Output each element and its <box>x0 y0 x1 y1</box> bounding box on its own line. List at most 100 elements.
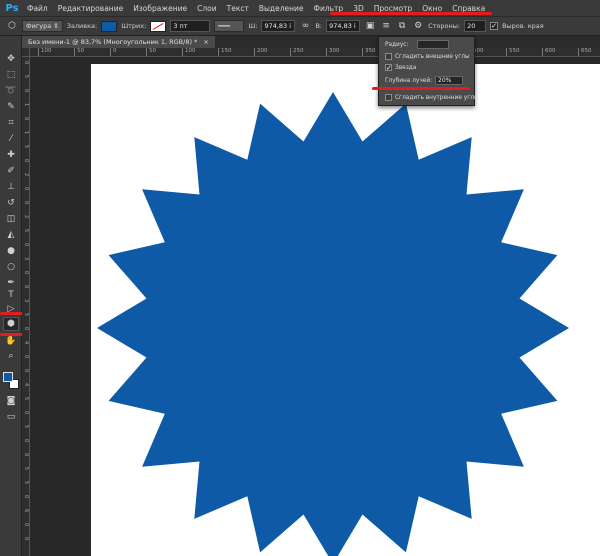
foreground-color-swatch[interactable] <box>3 372 13 382</box>
dodge-tool-icon[interactable]: ○ <box>3 260 19 274</box>
ruler-tick-v: 0 <box>23 523 29 527</box>
healing-brush-tool-icon[interactable]: ✚ <box>3 148 19 162</box>
ruler-tick-h: 550 <box>506 48 520 56</box>
ruler-tick-v: 0 <box>23 201 29 205</box>
smooth-inner-label: Сгладить внутренние углы <box>395 94 479 101</box>
close-icon[interactable]: × <box>203 38 208 46</box>
ruler-tick-v: 0 <box>23 187 29 191</box>
options-bar: ⬡ Фигура ⇕ Заливка: Штрих: 3 пт ━━━ Ш: 9… <box>0 16 600 36</box>
brush-tool-icon[interactable]: ✐ <box>3 164 19 178</box>
ruler-tick-v: 4 <box>23 341 29 345</box>
smooth-outer-checkbox[interactable] <box>385 53 392 60</box>
indent-label: Глубина лучей: <box>385 77 433 84</box>
ruler-tick-v: 0 <box>23 495 29 499</box>
ruler-tick-v: 0 <box>23 159 29 163</box>
gear-icon[interactable]: ⚙ <box>412 20 424 32</box>
path-operations-icon[interactable]: ▣ <box>364 20 376 32</box>
ruler-tick-v: 0 <box>23 61 29 65</box>
ruler-tick-v: 5 <box>23 481 29 485</box>
document-canvas[interactable] <box>91 64 600 556</box>
ruler-tick-v: 0 <box>23 453 29 457</box>
indent-row: Глубина лучей: 20% <box>385 76 464 85</box>
indent-input[interactable]: 20% <box>435 76 464 85</box>
ruler-tick-h: 200 <box>254 48 268 56</box>
ruler-tick-h: 150 <box>218 48 232 56</box>
ruler-tick-h: 0 <box>110 48 117 56</box>
star-checkbox[interactable]: ✓ <box>385 64 392 72</box>
star-shape[interactable] <box>91 64 600 556</box>
crop-tool-icon[interactable]: ⌗ <box>3 116 19 130</box>
star-label: Звезда <box>395 64 417 71</box>
polygon-tool-preset-icon[interactable]: ⬡ <box>6 20 18 32</box>
stroke-type-select[interactable]: ━━━ <box>214 20 245 32</box>
smooth-outer-row: Сгладить внешние углы <box>385 53 470 60</box>
menu-edit[interactable]: Редактирование <box>53 4 128 13</box>
tool-mode-select[interactable]: Фигура ⇕ <box>22 20 63 32</box>
hand-tool-icon[interactable]: ✋ <box>3 334 19 348</box>
smooth-inner-checkbox[interactable] <box>385 94 392 101</box>
quick-select-tool-icon[interactable]: ✎ <box>3 100 19 114</box>
ruler-tick-v: 5 <box>23 425 29 429</box>
canvas-workarea[interactable] <box>30 57 600 556</box>
polygon-tool-icon[interactable]: ⬢ <box>3 317 19 331</box>
ruler-tick-v: 2 <box>23 215 29 219</box>
align-edges-checkbox[interactable]: ✓ <box>490 22 499 30</box>
paint-bucket-tool-icon[interactable]: ◭ <box>3 228 19 242</box>
lasso-tool-icon[interactable]: ➰ <box>3 84 19 98</box>
ruler-tick-v: 0 <box>23 355 29 359</box>
screen-mode-icon[interactable]: ▭ <box>3 410 19 424</box>
marquee-tool-icon[interactable]: ⬚ <box>3 68 19 82</box>
vertical-ruler: 0 5 0 1 0 1 5 0 2 0 0 2 5 0 3 0 0 3 5 0 4 0 0 4 5 0 5 0 0 5 5 0 6 0 0 <box>22 57 30 556</box>
menu-image[interactable]: Изображение <box>128 4 192 13</box>
menu-layers[interactable]: Слои <box>192 4 222 13</box>
menu-select[interactable]: Выделение <box>254 4 309 13</box>
radius-row: Радиус: <box>385 40 450 49</box>
stroke-color-swatch[interactable] <box>150 20 167 32</box>
polygon-options-panel: Радиус: Сгладить внешние углы ✓ Звезда Г… <box>378 36 479 106</box>
fill-label: Заливка: <box>66 22 98 30</box>
path-arrangement-icon[interactable]: ⧉ <box>396 20 408 32</box>
width-label: Ш: <box>248 22 258 30</box>
ruler-tick-v: 5 <box>23 145 29 149</box>
ruler-tick-v: 5 <box>23 313 29 317</box>
clone-stamp-tool-icon[interactable]: ⊥ <box>3 180 19 194</box>
radius-input[interactable] <box>417 40 450 49</box>
ruler-tick-v: 1 <box>23 103 29 107</box>
star-polygon[interactable] <box>97 92 569 556</box>
document-tabs: Без имени-1 @ 83,7% (Многоугольник 1, RG… <box>22 36 600 48</box>
document-tab[interactable]: Без имени-1 @ 83,7% (Многоугольник 1, RG… <box>22 36 215 48</box>
type-tool-icon[interactable]: T <box>3 288 19 302</box>
align-edges-label: Выров. края <box>502 22 544 30</box>
width-input[interactable]: 974,83 i <box>261 20 296 32</box>
height-input[interactable]: 974,83 i <box>326 20 361 32</box>
menu-file[interactable]: Файл <box>22 4 53 13</box>
fill-color-swatch[interactable] <box>101 20 118 32</box>
menu-type[interactable]: Текст <box>222 4 254 13</box>
eraser-tool-icon[interactable]: ◫ <box>3 212 19 226</box>
sides-input[interactable]: 20 <box>464 20 487 32</box>
ruler-tick-v: 4 <box>23 383 29 387</box>
ruler-tick-v: 0 <box>23 271 29 275</box>
stroke-label: Штрих: <box>121 22 147 30</box>
ruler-tick-h: 600 <box>542 48 556 56</box>
stroke-width-input[interactable]: 3 пт <box>170 20 211 32</box>
ruler-tick-v: 0 <box>23 243 29 247</box>
move-tool-icon[interactable]: ✥ <box>3 52 19 66</box>
history-brush-tool-icon[interactable]: ↺ <box>3 196 19 210</box>
ruler-tick-v: 0 <box>23 117 29 121</box>
path-alignment-icon[interactable]: ≡ <box>380 20 392 32</box>
ruler-tick-v: 5 <box>23 467 29 471</box>
blur-tool-icon[interactable]: ● <box>3 244 19 258</box>
foreground-background-colors[interactable] <box>3 372 19 390</box>
eyedropper-tool-icon[interactable]: ⁄ <box>3 132 19 146</box>
ruler-tick-h: 100 <box>38 48 52 56</box>
link-icon[interactable]: ∞ <box>299 20 311 32</box>
ruler-tick-h: 350 <box>362 48 376 56</box>
zoom-tool-icon[interactable]: ⌕ <box>3 349 19 363</box>
quick-mask-icon[interactable]: ◙ <box>3 394 19 408</box>
menu-bar: Ps Файл Редактирование Изображение Слои … <box>0 0 600 16</box>
ruler-tick-v: 1 <box>23 131 29 135</box>
tool-mode-value: Фигура <box>26 22 52 30</box>
document-tab-title: Без имени-1 @ 83,7% (Многоугольник 1, RG… <box>28 38 198 46</box>
sides-label: Стороны: <box>428 22 461 30</box>
